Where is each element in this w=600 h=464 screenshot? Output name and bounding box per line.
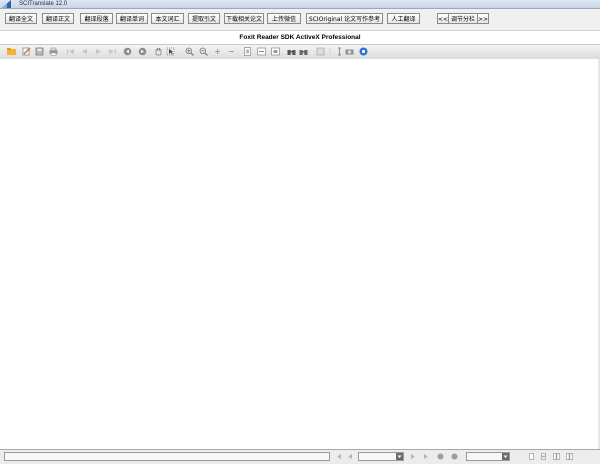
fit-width-icon[interactable] [257,47,266,56]
status-nav-prev-icon[interactable] [346,453,353,460]
edit-icon[interactable] [22,47,31,56]
zoom-in-icon[interactable] [185,47,194,56]
split-adjust-label[interactable]: 调节分栏 [449,13,477,24]
fit-page-icon[interactable] [243,47,252,56]
help-icon[interactable] [359,47,368,56]
actual-size-icon[interactable] [271,47,280,56]
app-logo-icon [2,0,11,8]
translate-word-button[interactable]: 翻译单词 [116,13,148,24]
text-cursor-icon[interactable] [335,47,344,56]
translate-full-button[interactable]: 翻译全文 [5,13,37,24]
status-message-area [4,452,330,461]
pdf-toolbar [0,44,600,60]
page-dropdown-icon[interactable] [396,453,403,460]
download-related-papers-button[interactable]: 下载相关论文 [224,13,264,24]
upload-wechat-button[interactable]: 上传微信 [267,13,301,24]
split-prev-button[interactable]: << [437,13,449,24]
viewer-caption: Foxit Reader SDK ActiveX Professional [0,31,600,44]
open-folder-icon[interactable] [7,47,16,56]
camera-icon[interactable] [345,47,354,56]
facing-view-icon[interactable] [553,453,560,460]
forward-icon[interactable] [138,47,147,56]
prev-page-icon[interactable] [80,47,89,56]
hand-tool-icon[interactable] [154,47,163,56]
status-nav-next-icon[interactable] [410,453,417,460]
status-nav-last-icon[interactable] [423,453,430,460]
zoom-dropdown-icon[interactable] [502,453,509,460]
continuous-view-icon[interactable] [540,453,547,460]
select-tool-icon[interactable] [166,47,175,56]
next-page-icon[interactable] [94,47,103,56]
single-page-view-icon[interactable] [528,453,535,460]
continuous-facing-view-icon[interactable] [566,453,573,460]
save-icon[interactable] [35,47,44,56]
window-title: SCITranslate 12.0 [19,1,68,7]
status-bar [0,449,600,464]
zoom-out-small-icon[interactable] [227,47,236,56]
status-nav-first-icon[interactable] [335,453,342,460]
human-translation-button[interactable]: 人工翻译 [387,13,420,24]
zoom-out-icon[interactable] [199,47,208,56]
print-icon[interactable] [49,47,58,56]
status-back-icon[interactable] [437,453,444,460]
function-button-bar: 翻译全文 翻译正文 翻译段落 翻译单词 本文词汇 提取引文 下载相关论文 上传微… [0,9,600,31]
extract-citations-button[interactable]: 提取引文 [188,13,220,24]
sci-original-writing-button[interactable]: SCIOriginal 论文写作参考 [306,13,383,24]
status-forward-icon[interactable] [451,453,458,460]
last-page-icon[interactable] [108,47,117,56]
back-icon[interactable] [123,47,132,56]
search-binoculars-icon[interactable] [287,47,296,56]
translate-body-button[interactable]: 翻译正文 [42,13,74,24]
title-bar: SCITranslate 12.0 [0,0,600,9]
snapshot-icon[interactable] [316,47,325,56]
first-page-icon[interactable] [66,47,75,56]
translate-paragraph-button[interactable]: 翻译段落 [80,13,113,24]
find-icon[interactable] [299,47,308,56]
document-view[interactable] [0,59,600,449]
article-vocabulary-button[interactable]: 本文词汇 [151,13,184,24]
zoom-in-small-icon[interactable] [213,47,222,56]
split-next-button[interactable]: >> [477,13,489,24]
